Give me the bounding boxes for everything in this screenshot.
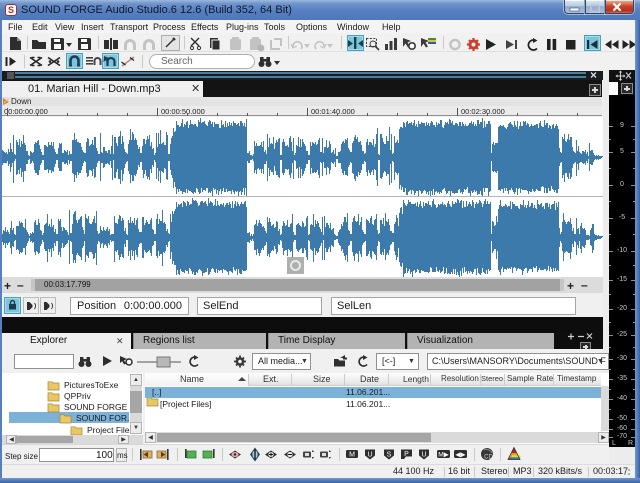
- svg-text:M: M: [349, 452, 355, 459]
- svg-text:◀▶: ◀▶: [455, 451, 466, 458]
- svg-text:CD: CD: [484, 455, 493, 461]
- svg-text:S: S: [387, 451, 392, 458]
- svg-text:U: U: [421, 451, 426, 458]
- svg-text:M▶: M▶: [438, 451, 449, 458]
- svg-text:U: U: [367, 451, 372, 458]
- svg-text:P: P: [404, 451, 409, 458]
